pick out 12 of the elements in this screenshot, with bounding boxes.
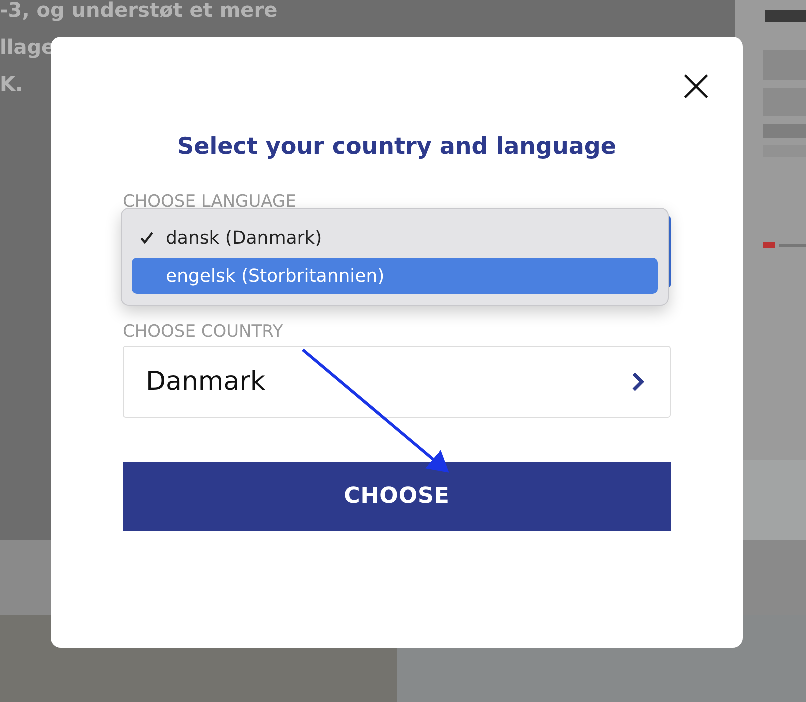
choose-button[interactable]: CHOOSE: [123, 462, 671, 531]
chevron-icon: [632, 372, 644, 392]
dropdown-option[interactable]: dansk (Danmark): [132, 220, 658, 256]
country-select[interactable]: Danmark: [123, 346, 671, 418]
field-label: CHOOSE COUNTRY: [123, 322, 284, 342]
page-text: K.: [0, 71, 24, 98]
dialog-title: Select your country and language: [176, 133, 618, 162]
field-label: CHOOSE LANGUAGE: [123, 192, 298, 212]
dropdown-option[interactable]: engelsk (Storbritannien): [132, 258, 658, 294]
page-text: -3, og understøt et mere: [0, 0, 278, 24]
close-button[interactable]: ×: [677, 65, 713, 105]
check-icon: [140, 231, 154, 245]
